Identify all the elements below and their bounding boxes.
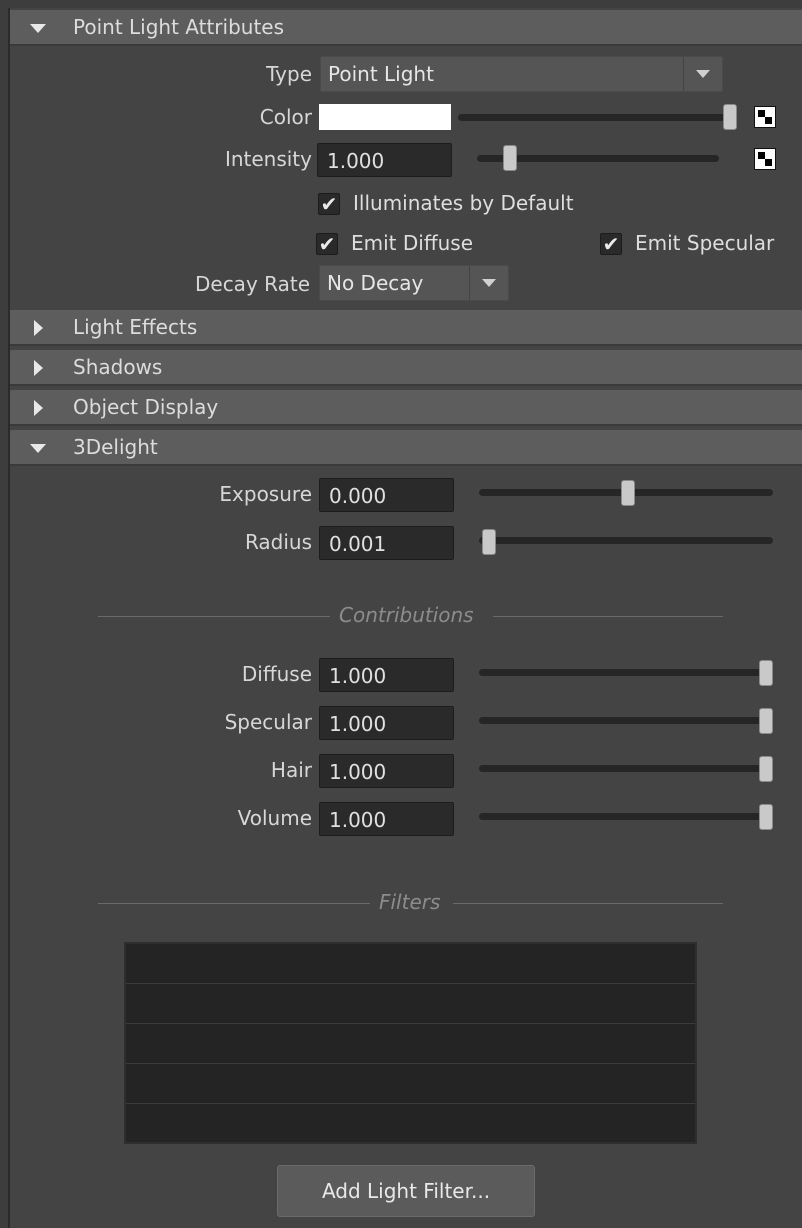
separator-line — [493, 616, 723, 617]
checker-map-icon[interactable] — [754, 148, 776, 170]
list-item[interactable] — [126, 1024, 695, 1064]
checkmark-icon: ✔ — [602, 232, 620, 256]
emit-diffuse-checkbox[interactable]: ✔ — [316, 233, 338, 255]
decay-rate-dropdown[interactable]: No Decay — [319, 265, 509, 301]
color-swatch[interactable] — [319, 104, 451, 130]
specular-slider-track[interactable] — [479, 717, 773, 724]
exposure-label: Exposure — [219, 482, 312, 506]
checker-map-icon[interactable] — [754, 106, 776, 128]
color-label: Color — [259, 105, 312, 129]
exposure-field[interactable]: 0.000 — [319, 478, 454, 512]
contributions-header: Contributions — [339, 603, 474, 627]
emit-specular-checkbox[interactable]: ✔ — [600, 233, 622, 255]
type-label: Type — [266, 62, 312, 86]
section-header-shadows[interactable]: Shadows — [10, 350, 802, 386]
decay-rate-label: Decay Rate — [194, 272, 310, 296]
intensity-slider-handle[interactable] — [503, 145, 517, 171]
filters-header: Filters — [379, 890, 441, 914]
type-dropdown-value: Point Light — [328, 62, 434, 86]
add-light-filter-button[interactable]: Add Light Filter... — [277, 1165, 535, 1217]
triangle-right-icon — [28, 390, 48, 426]
section-title: Point Light Attributes — [73, 15, 285, 39]
separator-line — [98, 616, 330, 617]
checkmark-icon: ✔ — [320, 192, 338, 216]
section-title: Light Effects — [73, 315, 198, 339]
section-header-object-display[interactable]: Object Display — [10, 390, 802, 426]
color-slider-track[interactable] — [458, 114, 736, 121]
diffuse-slider-track[interactable] — [479, 669, 773, 676]
volume-label: Volume — [237, 806, 312, 830]
hair-slider-track[interactable] — [479, 765, 773, 772]
triangle-down-icon — [28, 10, 48, 46]
emit-specular-label: Emit Specular — [635, 231, 775, 255]
light-filters-list[interactable] — [124, 942, 697, 1144]
decay-rate-value: No Decay — [327, 271, 424, 295]
section-title: Object Display — [73, 395, 219, 419]
hair-slider-handle[interactable] — [759, 756, 773, 782]
list-item[interactable] — [126, 944, 695, 984]
checkmark-icon: ✔ — [318, 232, 336, 256]
hair-field[interactable]: 1.000 — [319, 754, 454, 788]
emit-diffuse-label: Emit Diffuse — [351, 231, 474, 255]
specular-slider-handle[interactable] — [759, 708, 773, 734]
specular-field[interactable]: 1.000 — [319, 706, 454, 740]
chevron-down-icon[interactable] — [469, 266, 508, 300]
diffuse-field[interactable]: 1.000 — [319, 658, 454, 692]
list-item[interactable] — [126, 984, 695, 1024]
chevron-down-icon[interactable] — [683, 57, 722, 91]
specular-label: Specular — [224, 710, 312, 734]
diffuse-slider-handle[interactable] — [759, 660, 773, 686]
separator-line — [453, 903, 723, 904]
illuminates-by-default-label: Illuminates by Default — [353, 191, 574, 215]
radius-slider-handle[interactable] — [482, 529, 496, 555]
diffuse-label: Diffuse — [241, 662, 312, 686]
intensity-field[interactable]: 1.000 — [317, 143, 452, 177]
radius-field[interactable]: 0.001 — [319, 526, 454, 560]
triangle-right-icon — [28, 350, 48, 386]
volume-field[interactable]: 1.000 — [319, 802, 454, 836]
list-item[interactable] — [126, 1104, 695, 1143]
illuminates-by-default-checkbox[interactable]: ✔ — [318, 193, 340, 215]
section-header-point-light-attributes[interactable]: Point Light Attributes — [10, 10, 802, 46]
section-header-3delight[interactable]: 3Delight — [10, 430, 802, 466]
exposure-slider-handle[interactable] — [621, 480, 635, 506]
section-title: Shadows — [73, 355, 163, 379]
volume-slider-handle[interactable] — [759, 804, 773, 830]
section-title: 3Delight — [73, 435, 158, 459]
separator-line — [98, 903, 370, 904]
type-dropdown[interactable]: Point Light — [320, 56, 723, 92]
list-item[interactable] — [126, 1064, 695, 1104]
radius-slider-track[interactable] — [479, 537, 773, 544]
volume-slider-track[interactable] — [479, 813, 773, 820]
triangle-down-icon — [28, 430, 48, 466]
intensity-label: Intensity — [224, 147, 312, 171]
section-header-light-effects[interactable]: Light Effects — [10, 310, 802, 346]
triangle-right-icon — [28, 310, 48, 346]
hair-label: Hair — [270, 758, 312, 782]
color-slider-handle[interactable] — [723, 104, 737, 130]
radius-label: Radius — [244, 530, 312, 554]
